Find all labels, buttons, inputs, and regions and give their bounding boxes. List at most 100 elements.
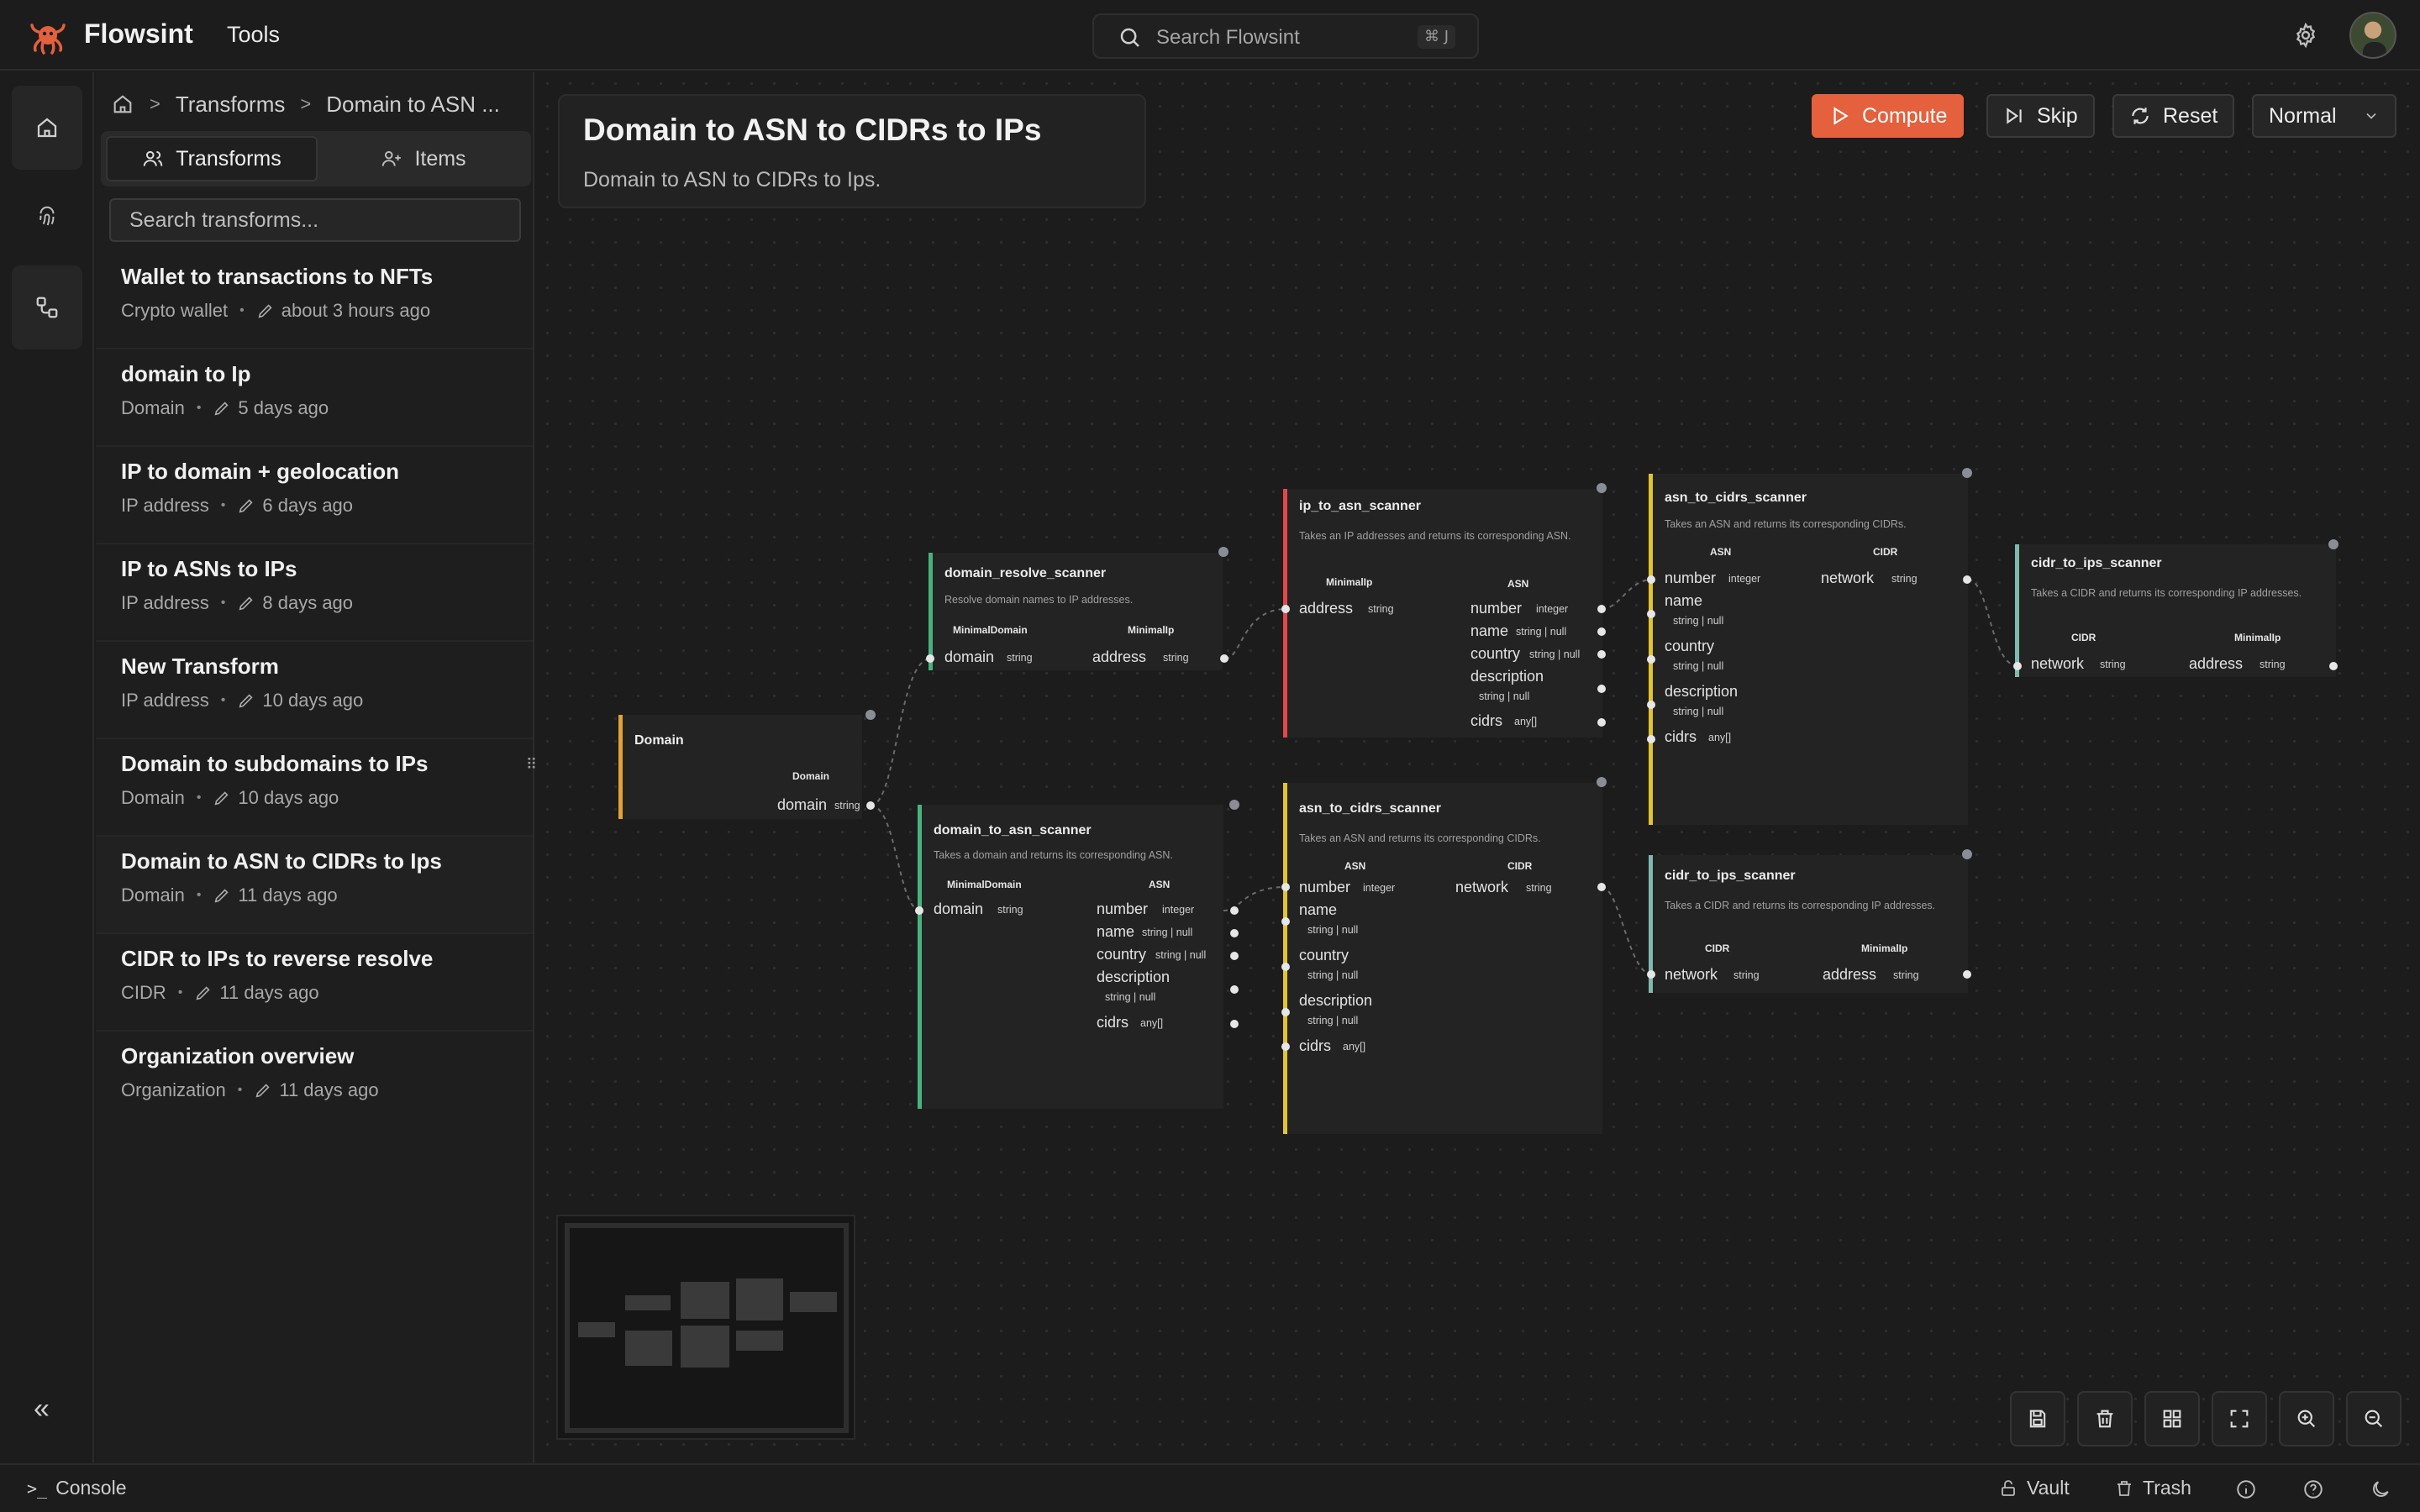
output-handle[interactable] — [1230, 906, 1239, 915]
input-handle[interactable] — [1281, 605, 1290, 613]
rail-transforms-button[interactable] — [12, 265, 82, 349]
input-handle[interactable] — [1647, 655, 1655, 664]
tab-items[interactable]: Items — [321, 136, 526, 181]
zoom-out-button[interactable] — [2346, 1391, 2402, 1446]
input-handle[interactable] — [2013, 662, 2022, 670]
node-cidr-to-ips-scanner-upper[interactable]: cidr_to_ips_scanner Takes a CIDR and ret… — [2015, 544, 2336, 677]
breadcrumb-current: Domain to ASN ... — [326, 91, 500, 117]
output-handle[interactable] — [1963, 575, 1971, 584]
output-handle[interactable] — [1597, 627, 1606, 636]
node-asn-to-cidrs-scanner-lower[interactable]: asn_to_cidrs_scanner Takes an ASN and re… — [1283, 783, 1602, 1134]
input-handle[interactable] — [1647, 610, 1655, 618]
output-handle[interactable] — [866, 801, 875, 810]
list-item[interactable]: IP to ASNs to IPs IP address • 8 days ag… — [96, 544, 533, 642]
vault-button[interactable]: Vault — [1998, 1477, 2070, 1499]
pencil-icon — [239, 694, 253, 708]
node-status-handle[interactable] — [1218, 547, 1228, 557]
node-status-handle[interactable] — [1597, 777, 1607, 787]
output-handle[interactable] — [1963, 970, 1971, 979]
node-title: asn_to_cidrs_scanner — [1299, 801, 1441, 816]
list-item[interactable]: domain to Ip Domain • 5 days ago — [96, 349, 533, 447]
node-domain-resolve-scanner[interactable]: domain_resolve_scanner Resolve domain na… — [929, 553, 1223, 670]
input-handle[interactable] — [1647, 575, 1655, 584]
gear-icon[interactable] — [2292, 22, 2319, 49]
dot-separator: • — [220, 693, 226, 707]
list-item[interactable]: IP to domain + geolocation IP address • … — [96, 447, 533, 544]
breadcrumb-home-icon[interactable] — [111, 92, 134, 116]
output-handle[interactable] — [1230, 929, 1239, 937]
tab-transforms[interactable]: Transforms — [106, 136, 318, 181]
collapse-sidebar-icon[interactable]: « — [34, 1393, 50, 1425]
app-name[interactable]: Flowsint — [84, 18, 193, 50]
flow-canvas[interactable]: Domain to ASN to CIDRs to IPs Domain to … — [536, 72, 2420, 1463]
input-handle[interactable] — [1281, 1042, 1290, 1051]
moon-icon[interactable] — [2370, 1478, 2391, 1500]
output-handle[interactable] — [1220, 654, 1228, 663]
global-search[interactable]: Search Flowsint ⌘ J — [1092, 13, 1479, 59]
input-handle[interactable] — [1281, 1008, 1290, 1016]
node-status-handle[interactable] — [1962, 468, 1972, 478]
list-item-meta: Crypto wallet • about 3 hours ago — [121, 300, 533, 322]
help-icon[interactable] — [2302, 1478, 2324, 1500]
console-button[interactable]: >_ Console — [27, 1477, 126, 1499]
rail-fingerprint-button[interactable] — [12, 181, 82, 252]
list-item[interactable]: Domain to subdomains to IPs Domain • 10 … — [96, 739, 533, 837]
input-handle[interactable] — [926, 654, 934, 663]
transforms-search[interactable] — [109, 198, 521, 242]
list-item[interactable]: CIDR to IPs to reverse resolve CIDR • 11… — [96, 934, 533, 1032]
list-item-selected[interactable]: Domain to ASN to CIDRs to Ips Domain • 1… — [96, 837, 533, 934]
list-item[interactable]: Wallet to transactions to NFTs Crypto wa… — [96, 252, 533, 349]
output-handle[interactable] — [1230, 985, 1239, 994]
node-status-handle[interactable] — [1962, 849, 1972, 859]
input-handle[interactable] — [1647, 970, 1655, 979]
output-handle[interactable] — [1597, 685, 1606, 693]
info-icon[interactable] — [2235, 1478, 2257, 1500]
node-domain-to-asn-scanner[interactable]: domain_to_asn_scanner Takes a domain and… — [918, 805, 1223, 1109]
tools-menu[interactable]: Tools — [227, 22, 280, 48]
node-ip-to-asn-scanner[interactable]: ip_to_asn_scanner Takes an IP addresses … — [1283, 489, 1602, 738]
node-status-handle[interactable] — [1597, 483, 1607, 493]
output-handle[interactable] — [1230, 1020, 1239, 1028]
trash-icon — [2118, 1480, 2131, 1496]
list-item-meta: IP address • 6 days ago — [121, 495, 533, 517]
output-handle[interactable] — [1597, 718, 1606, 727]
rail-home-button[interactable] — [12, 86, 82, 170]
trash-button[interactable]: Trash — [2114, 1477, 2191, 1499]
transforms-search-input[interactable] — [111, 200, 519, 240]
node-asn-to-cidrs-scanner-upper[interactable]: asn_to_cidrs_scanner Takes an ASN and re… — [1649, 474, 1968, 825]
input-handle[interactable] — [1281, 963, 1290, 971]
list-item[interactable]: Organization overview Organization • 11 … — [96, 1032, 533, 1129]
breadcrumb-transforms[interactable]: Transforms — [176, 92, 286, 118]
output-handle[interactable] — [1597, 605, 1606, 613]
node-status-handle[interactable] — [1229, 800, 1239, 810]
node-description: Resolve domain names to IP addresses. — [944, 594, 1134, 606]
save-button[interactable] — [2010, 1391, 2065, 1446]
input-handle[interactable] — [1281, 917, 1290, 926]
input-handle[interactable] — [1647, 735, 1655, 743]
node-field: number — [1097, 900, 1149, 917]
minimap[interactable] — [556, 1215, 855, 1440]
auto-layout-button[interactable] — [2144, 1391, 2200, 1446]
input-handle[interactable] — [1281, 883, 1290, 891]
node-status-handle[interactable] — [2328, 539, 2338, 549]
list-item[interactable]: New Transform IP address • 10 days ago — [96, 642, 533, 739]
node-input-label: CIDR — [2071, 632, 2096, 643]
node-field-type: string | null — [1307, 969, 1359, 981]
input-handle[interactable] — [1647, 701, 1655, 709]
flowsint-logo-icon[interactable] — [29, 17, 67, 55]
input-handle[interactable] — [915, 906, 923, 915]
node-domain[interactable]: Domain Domain domain string — [618, 715, 862, 819]
user-avatar[interactable] — [2349, 12, 2396, 59]
node-status-handle[interactable] — [865, 710, 876, 720]
workflow-icon — [36, 297, 58, 318]
output-handle[interactable] — [1230, 952, 1239, 960]
node-cidr-to-ips-scanner-lower[interactable]: cidr_to_ips_scanner Takes a CIDR and ret… — [1649, 855, 1968, 993]
output-handle[interactable] — [2329, 662, 2338, 670]
delete-button[interactable] — [2077, 1391, 2133, 1446]
fit-view-button[interactable] — [2212, 1391, 2267, 1446]
transforms-panel: > Transforms > Domain to ASN ... Transfo… — [96, 72, 534, 1463]
zoom-in-button[interactable] — [2279, 1391, 2334, 1446]
output-handle[interactable] — [1597, 650, 1606, 659]
node-field: address — [1092, 648, 1147, 665]
output-handle[interactable] — [1597, 883, 1606, 891]
